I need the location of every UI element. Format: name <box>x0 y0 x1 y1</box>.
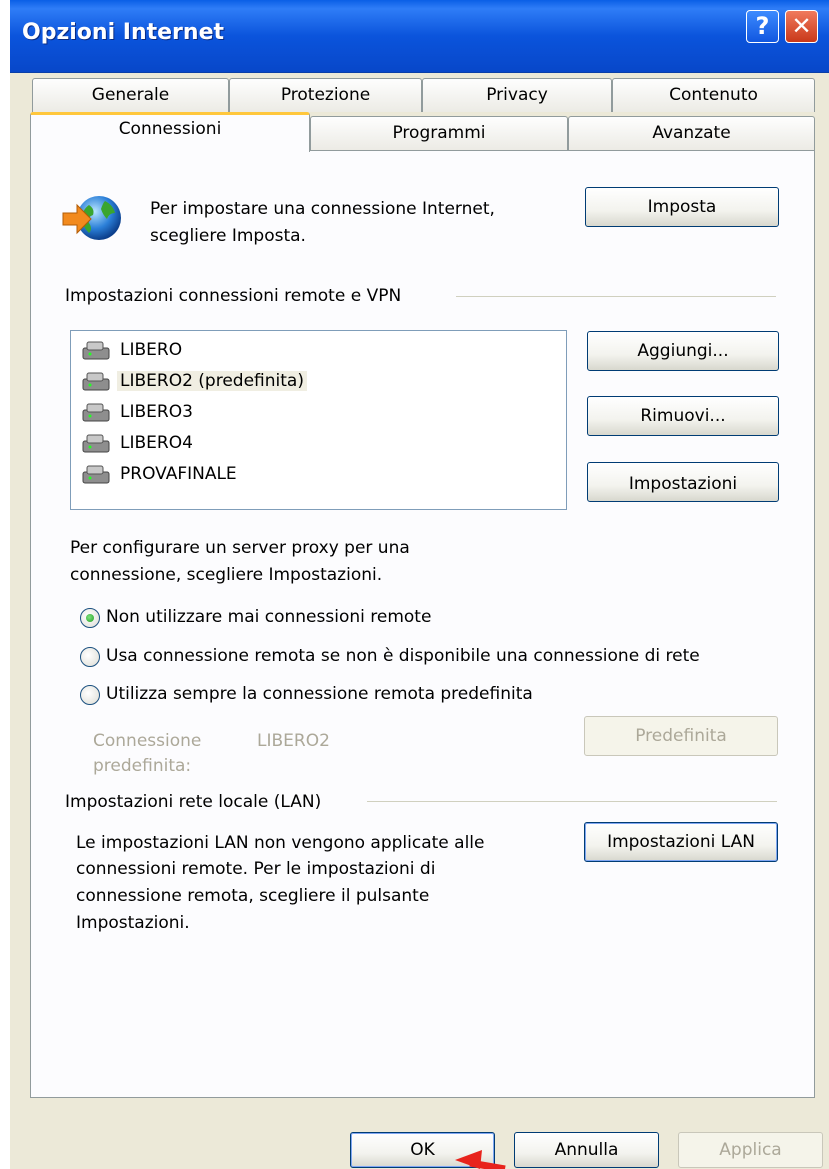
title-bar[interactable]: Opzioni Internet ? ✕ <box>10 0 829 73</box>
radio-label[interactable]: Usa connessione remota se non è disponib… <box>106 646 700 666</box>
connection-label: LIBERO4 <box>120 433 193 453</box>
impostazioni-button[interactable]: Impostazioni <box>587 462 779 502</box>
default-connection-value: LIBERO2 <box>257 731 330 751</box>
lan-text-line1: Le impostazioni LAN non vengono applicat… <box>76 833 485 853</box>
connection-label: LIBERO2 (predefinita) <box>117 371 307 391</box>
tab-connessioni[interactable]: Connessioni <box>30 112 310 152</box>
lan-text-line4: Impostazioni. <box>76 913 190 933</box>
radio-always-dial[interactable] <box>80 685 100 705</box>
radio-label[interactable]: Non utilizzare mai connessioni remote <box>106 607 431 627</box>
dialup-modem-icon <box>82 434 110 453</box>
list-item[interactable]: LIBERO3 <box>81 397 196 427</box>
help-icon: ? <box>755 12 770 40</box>
ok-button[interactable]: OK <box>350 1132 495 1168</box>
tab-programmi[interactable]: Programmi <box>310 116 568 150</box>
imposta-button[interactable]: Imposta <box>585 187 779 227</box>
close-icon: ✕ <box>791 12 812 40</box>
dialup-modem-icon <box>82 465 110 484</box>
default-connection-label-line1: Connessione <box>93 731 202 751</box>
radio-label[interactable]: Utilizza sempre la connessione remota pr… <box>106 684 533 704</box>
radio-dial-if-no-network[interactable] <box>80 647 100 667</box>
window-title: Opzioni Internet <box>22 20 225 45</box>
dialup-modem-icon <box>82 341 110 360</box>
lan-group-label: Impostazioni rete locale (LAN) <box>65 792 322 812</box>
dialup-group-label: Impostazioni connessioni remote e VPN <box>65 286 402 306</box>
lan-text-line3: connessione remota, scegliere il pulsant… <box>76 886 430 906</box>
tab-avanzate[interactable]: Avanzate <box>568 116 815 150</box>
radio-never-dial[interactable] <box>80 608 100 628</box>
proxy-text-line1: Per configurare un server proxy per una <box>70 538 410 558</box>
tab-generale[interactable]: Generale <box>32 78 229 112</box>
proxy-text-line2: connessione, scegliere Impostazioni. <box>70 565 383 585</box>
connection-label: LIBERO <box>120 340 183 360</box>
predefinita-button: Predefinita <box>584 716 778 756</box>
apply-button: Applica <box>678 1132 823 1168</box>
list-item[interactable]: PROVAFINALE <box>81 459 240 489</box>
impostazioni-lan-button[interactable]: Impostazioni LAN <box>584 822 778 862</box>
help-button[interactable]: ? <box>746 10 779 43</box>
close-button[interactable]: ✕ <box>785 10 818 43</box>
list-item[interactable]: LIBERO <box>81 335 185 365</box>
aggiungi-button[interactable]: Aggiungi... <box>587 331 779 371</box>
rimuovi-button[interactable]: Rimuovi... <box>587 396 779 436</box>
tab-privacy[interactable]: Privacy <box>422 78 612 112</box>
list-item[interactable]: LIBERO2 (predefinita) <box>81 366 307 396</box>
setup-text-line2: scegliere Imposta. <box>150 226 306 246</box>
lan-text-line2: connessioni remote. Per le impostazioni … <box>76 859 436 879</box>
dialup-modem-icon <box>82 403 110 422</box>
connections-list[interactable]: LIBERO LIBERO2 (predefinita) LIBERO3 LIB… <box>70 330 567 510</box>
group-divider <box>456 296 776 297</box>
dialup-modem-icon <box>82 372 110 391</box>
tab-contenuto[interactable]: Contenuto <box>612 78 815 112</box>
globe-arrow-icon <box>61 191 125 249</box>
cancel-button[interactable]: Annulla <box>514 1132 659 1168</box>
group-divider <box>367 801 777 802</box>
connection-label: PROVAFINALE <box>120 464 237 484</box>
setup-text-line1: Per impostare una connessione Internet, <box>150 199 495 219</box>
tab-protezione[interactable]: Protezione <box>229 78 422 112</box>
default-connection-label-line2: predefinita: <box>93 756 192 776</box>
connection-label: LIBERO3 <box>120 402 193 422</box>
list-item[interactable]: LIBERO4 <box>81 428 196 458</box>
internet-options-window: Opzioni Internet ? ✕ Generale Protezione… <box>10 0 829 1169</box>
